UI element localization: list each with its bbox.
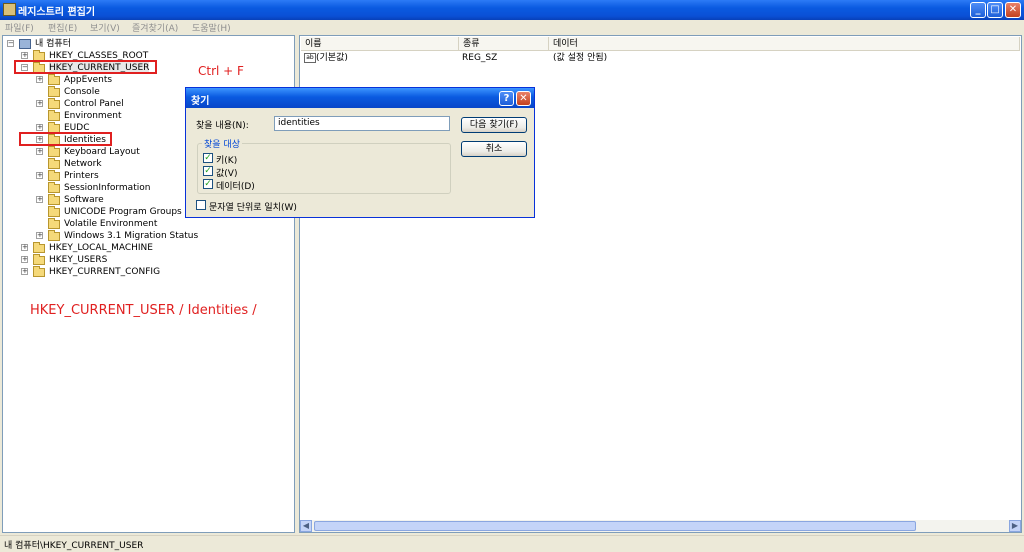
keys-checkbox[interactable]: ✓ xyxy=(203,153,213,163)
expand-icon[interactable]: + xyxy=(21,52,28,59)
match-whole-checkbox[interactable] xyxy=(196,200,206,210)
status-bar: 내 컴퓨터\HKEY_CURRENT_USER xyxy=(0,535,1024,552)
tree-label: SessionInformation xyxy=(64,183,151,193)
menu-edit[interactable]: 편집(E) xyxy=(48,21,77,34)
horizontal-scrollbar[interactable]: ◀ ▶ xyxy=(300,520,1021,532)
find-label: 찾을 내용(N): xyxy=(196,121,249,131)
column-header-type[interactable]: 종류 xyxy=(459,37,549,51)
data-checkbox[interactable]: ✓ xyxy=(203,179,213,189)
regedit-icon xyxy=(3,3,16,16)
column-header-name[interactable]: 이름 xyxy=(301,37,459,51)
tree-label: Console xyxy=(64,87,100,97)
tree-label: 내 컴퓨터 xyxy=(35,39,71,49)
column-header-data[interactable]: 데이터 xyxy=(549,37,1020,51)
registry-editor-window: 레지스트리 편집기 _ □ ✕ 파일(F) 편집(E) 보기(V) 즐겨찾기(A… xyxy=(0,0,1024,552)
folder-icon xyxy=(48,206,60,217)
string-value-icon: ab xyxy=(304,53,316,63)
tree-label: HKEY_USERS xyxy=(49,255,108,265)
folder-icon xyxy=(48,110,60,121)
maximize-button[interactable]: □ xyxy=(987,2,1003,18)
menu-bar: 파일(F) 편집(E) 보기(V) 즐겨찾기(A) 도움말(H) xyxy=(0,20,1024,34)
help-button[interactable]: ? xyxy=(499,91,514,106)
scroll-thumb[interactable] xyxy=(314,521,916,531)
menu-favorites[interactable]: 즐겨찾기(A) xyxy=(132,21,178,34)
expand-icon[interactable]: + xyxy=(36,232,43,239)
keys-label: 키(K) xyxy=(216,156,238,166)
value-type: REG_SZ xyxy=(462,53,498,63)
highlight-identities-box xyxy=(19,132,112,146)
dialog-title: 찾기 xyxy=(191,96,210,107)
annotation-path: HKEY_CURRENT_USER / Identities / xyxy=(30,303,257,318)
minimize-button[interactable]: _ xyxy=(970,2,986,18)
menu-view[interactable]: 보기(V) xyxy=(90,21,120,34)
folder-icon xyxy=(33,266,45,277)
title-bar[interactable]: 레지스트리 편집기 _ □ ✕ xyxy=(0,0,1024,20)
close-button[interactable]: ✕ xyxy=(1005,2,1021,18)
expand-icon[interactable]: + xyxy=(36,148,43,155)
list-row[interactable]: ab (기본값) REG_SZ (값 설정 안됨) xyxy=(302,52,1018,64)
folder-icon xyxy=(48,182,60,193)
collapse-icon[interactable]: − xyxy=(7,40,14,47)
values-checkbox[interactable]: ✓ xyxy=(203,166,213,176)
find-input[interactable]: identities xyxy=(274,116,450,131)
data-label: 데이터(D) xyxy=(216,182,255,192)
expand-icon[interactable]: + xyxy=(36,76,43,83)
value-data: (값 설정 안됨) xyxy=(553,53,608,63)
tree-label: Printers xyxy=(64,171,99,181)
folder-icon xyxy=(48,98,60,109)
expand-icon[interactable]: + xyxy=(21,256,28,263)
window-title: 레지스트리 편집기 xyxy=(18,7,96,18)
look-at-group-title: 찾을 대상 xyxy=(202,137,242,150)
tree-label: Environment xyxy=(64,111,122,121)
expand-icon[interactable]: + xyxy=(36,172,43,179)
computer-icon xyxy=(19,39,31,49)
values-label: 값(V) xyxy=(216,169,238,179)
folder-icon xyxy=(33,254,45,265)
expand-icon[interactable]: + xyxy=(21,244,28,251)
match-whole-label: 문자열 단위로 일치(W) xyxy=(209,203,297,213)
scroll-left-icon[interactable]: ◀ xyxy=(300,520,312,532)
cancel-button[interactable]: 취소 xyxy=(461,141,527,157)
highlight-hkcu-box xyxy=(14,60,157,74)
folder-icon xyxy=(48,230,60,241)
menu-file[interactable]: 파일(F) xyxy=(5,21,34,34)
folder-icon xyxy=(33,242,45,253)
annotation-shortcut: Ctrl + F xyxy=(198,64,244,78)
tree-label: Software xyxy=(64,195,104,205)
value-name: (기본값) xyxy=(316,53,348,63)
folder-icon xyxy=(48,74,60,85)
expand-icon[interactable]: + xyxy=(21,268,28,275)
dialog-title-bar[interactable]: 찾기 ? ✕ xyxy=(186,88,534,108)
folder-icon xyxy=(48,170,60,181)
find-next-button[interactable]: 다음 찾기(F) xyxy=(461,117,527,133)
tree-label: Windows 3.1 Migration Status xyxy=(64,231,199,241)
dialog-close-button[interactable]: ✕ xyxy=(516,91,531,106)
folder-icon xyxy=(48,194,60,205)
expand-icon[interactable]: + xyxy=(36,100,43,107)
tree-label: UNICODE Program Groups xyxy=(64,207,182,217)
find-dialog: 찾기 ? ✕ 찾을 내용(N): identities 다음 찾기(F) 취소 … xyxy=(185,87,535,218)
tree-label: Network xyxy=(64,159,102,169)
tree-label: Volatile Environment xyxy=(64,219,158,229)
menu-help[interactable]: 도움말(H) xyxy=(192,21,231,34)
status-path: 내 컴퓨터\HKEY_CURRENT_USER xyxy=(4,541,144,551)
folder-icon xyxy=(48,86,60,97)
tree-label: Keyboard Layout xyxy=(64,147,140,157)
folder-icon xyxy=(48,218,60,229)
expand-icon[interactable]: + xyxy=(36,196,43,203)
tree-label: Control Panel xyxy=(64,99,124,109)
folder-icon xyxy=(48,158,60,169)
folder-icon xyxy=(48,146,60,157)
tree-label: HKEY_CURRENT_CONFIG xyxy=(49,267,161,277)
tree-label: AppEvents xyxy=(64,75,113,85)
scroll-right-icon[interactable]: ▶ xyxy=(1009,520,1021,532)
expand-icon[interactable]: + xyxy=(36,124,43,131)
tree-label: HKEY_LOCAL_MACHINE xyxy=(49,243,153,253)
